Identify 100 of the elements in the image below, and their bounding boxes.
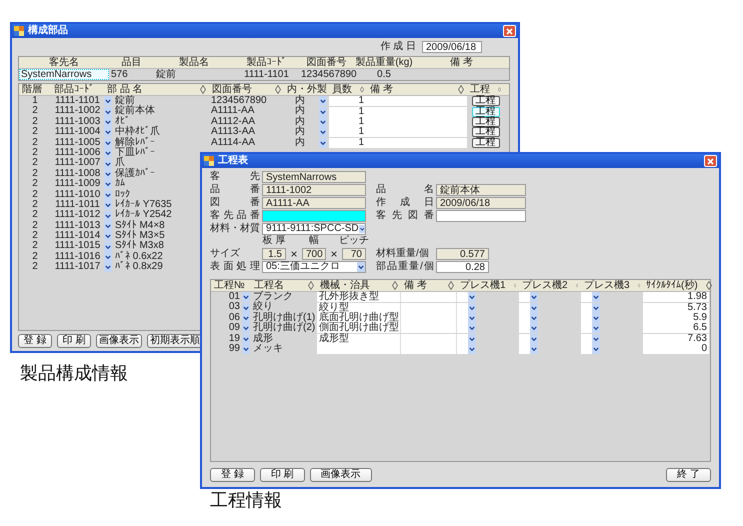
column-header[interactable]: プレス機1 bbox=[460, 280, 506, 291]
cycle-time-field[interactable]: 6.5 bbox=[643, 323, 710, 334]
date-label: 作 成 日 bbox=[380, 41, 416, 53]
sort-icon[interactable] bbox=[392, 281, 398, 290]
close-button[interactable] bbox=[503, 25, 516, 37]
column-header[interactable]: 備 考 bbox=[414, 57, 509, 68]
column-header[interactable]: 部 品 名 bbox=[107, 84, 143, 95]
remark-field[interactable] bbox=[401, 292, 457, 302]
machine-field[interactable]: 絞り型 bbox=[317, 302, 401, 313]
process-button[interactable]: 工程 bbox=[472, 106, 500, 117]
machine-field[interactable]: 孔外形抜き型 bbox=[317, 292, 401, 302]
input-field[interactable]: 1.5 bbox=[262, 248, 286, 260]
column-header[interactable]: ｻｲｸﾙﾀｲﾑ(秒) bbox=[646, 280, 698, 291]
field-label: 品 番 bbox=[210, 184, 260, 196]
input-field[interactable] bbox=[436, 210, 526, 222]
column-header[interactable]: 備 考 bbox=[370, 84, 393, 95]
column-header[interactable]: 図面番号 bbox=[212, 84, 252, 95]
action-button[interactable]: 画像表示 bbox=[310, 468, 372, 482]
quantity-field[interactable]: 1 bbox=[329, 116, 367, 127]
column-header[interactable]: 工程 bbox=[470, 84, 490, 95]
make-value: 内 bbox=[295, 127, 305, 138]
column-header[interactable]: 客先名 bbox=[19, 57, 109, 68]
column-header[interactable]: 機械・治具 bbox=[320, 280, 370, 291]
column-header[interactable]: 階層 bbox=[22, 84, 42, 95]
column-header[interactable]: 製品ｺｰﾄﾞ bbox=[234, 57, 299, 68]
sort-icon[interactable] bbox=[458, 85, 464, 94]
input-field[interactable]: SystemNarrows bbox=[262, 170, 366, 182]
action-button[interactable]: 印 刷 bbox=[260, 468, 305, 482]
quantity-field[interactable]: 1 bbox=[329, 106, 367, 117]
cycle-time-field[interactable]: 5.9 bbox=[643, 312, 710, 323]
input-field[interactable]: 錠前本体 bbox=[436, 184, 526, 196]
process-number: 19 bbox=[228, 334, 240, 344]
remark-field[interactable] bbox=[401, 334, 457, 344]
drawing-number: A1113-AA bbox=[210, 127, 256, 138]
column-header[interactable]: 工程名 bbox=[254, 280, 284, 291]
column-header[interactable]: 備 考 bbox=[404, 280, 427, 291]
input-field[interactable] bbox=[262, 210, 366, 222]
sort-icon[interactable] bbox=[360, 85, 364, 94]
action-button[interactable]: 画像表示 bbox=[96, 334, 142, 348]
remark-field[interactable] bbox=[367, 96, 467, 106]
input-field[interactable]: 2009/06/18 bbox=[436, 196, 526, 208]
close-button[interactable] bbox=[704, 155, 717, 167]
quantity-field[interactable]: 1 bbox=[329, 138, 367, 148]
select-field[interactable]: 05:三価ユニクロ bbox=[262, 260, 366, 272]
machine-field[interactable]: 側面孔明け曲げ型 bbox=[317, 323, 401, 334]
process-name: 成形 bbox=[252, 334, 274, 344]
column-header[interactable]: 部品ｺｰﾄﾞ bbox=[54, 84, 94, 95]
remark-field[interactable] bbox=[401, 344, 457, 354]
action-button[interactable]: 登 録 bbox=[210, 468, 255, 482]
table-cell[interactable]: SystemNarrows bbox=[19, 69, 109, 80]
process-name: ブランク bbox=[252, 292, 294, 302]
remark-field[interactable] bbox=[367, 138, 467, 148]
column-header[interactable]: 製品名 bbox=[154, 57, 234, 68]
machine-field[interactable]: 成形型 bbox=[317, 334, 401, 344]
sort-icon[interactable] bbox=[308, 281, 314, 290]
input-field[interactable]: 700 bbox=[302, 248, 326, 260]
process-button[interactable]: 工程 bbox=[472, 127, 500, 138]
column-header[interactable]: 工程№ bbox=[214, 280, 245, 291]
process-button[interactable]: 工程 bbox=[472, 138, 500, 148]
quantity-field[interactable]: 1 bbox=[329, 96, 367, 106]
cycle-time-field[interactable]: 1.98 bbox=[643, 292, 710, 302]
input-field[interactable]: 1111-1002 bbox=[262, 184, 366, 196]
remark-field[interactable] bbox=[401, 302, 457, 313]
quantity-field[interactable]: 1 bbox=[329, 127, 367, 138]
action-button[interactable]: 印 刷 bbox=[57, 334, 91, 348]
cycle-time-field[interactable]: 5.73 bbox=[643, 302, 710, 313]
sort-icon[interactable] bbox=[498, 85, 501, 94]
date-field[interactable]: 2009/06/18 bbox=[422, 41, 482, 53]
column-header[interactable]: 製品重量(kg) bbox=[354, 57, 414, 68]
input-field[interactable]: 70 bbox=[342, 248, 366, 260]
field-label: サイズ bbox=[210, 247, 241, 260]
machine-field[interactable] bbox=[317, 344, 401, 354]
sort-icon[interactable] bbox=[275, 85, 281, 94]
level-cell-text: 2 bbox=[31, 190, 39, 200]
sort-icon[interactable] bbox=[706, 281, 712, 290]
action-button[interactable]: 登 録 bbox=[18, 334, 52, 348]
cycle-time-field[interactable]: 0 bbox=[643, 344, 710, 354]
column-header[interactable]: プレス機3 bbox=[584, 280, 630, 291]
field-label: 材料・材質 bbox=[210, 222, 260, 234]
part-name: ﾊﾞﾈ 0.8x29 bbox=[115, 262, 163, 273]
cycle-time-field[interactable]: 7.63 bbox=[643, 334, 710, 344]
remark-field[interactable] bbox=[401, 323, 457, 334]
input-field[interactable]: 0.577 bbox=[436, 248, 489, 260]
column-header[interactable]: 員数 bbox=[332, 84, 352, 95]
input-field[interactable]: 0.28 bbox=[436, 260, 489, 272]
process-button[interactable]: 工程 bbox=[472, 116, 500, 127]
column-header[interactable]: プレス機2 bbox=[522, 280, 568, 291]
part-name: 保護ｶﾊﾞｰ bbox=[115, 168, 155, 179]
sort-icon[interactable] bbox=[200, 85, 206, 94]
part-code: 1111-1006 bbox=[54, 148, 102, 158]
sort-icon[interactable] bbox=[448, 281, 454, 290]
select-field[interactable]: 9111-9111:SPCC-SD bbox=[262, 222, 366, 234]
column-header[interactable]: 図面番号 bbox=[299, 57, 354, 68]
column-header[interactable]: 内・外製 bbox=[287, 84, 327, 95]
machine-field[interactable]: 底面孔明け曲げ型 bbox=[317, 312, 401, 323]
exit-button[interactable]: 終 了 bbox=[666, 468, 711, 482]
action-button[interactable]: 初期表示順 bbox=[147, 334, 203, 348]
process-button[interactable]: 工程 bbox=[472, 96, 500, 106]
column-header[interactable]: 品目 bbox=[109, 57, 154, 68]
input-field[interactable]: A1111-AA bbox=[262, 196, 366, 208]
